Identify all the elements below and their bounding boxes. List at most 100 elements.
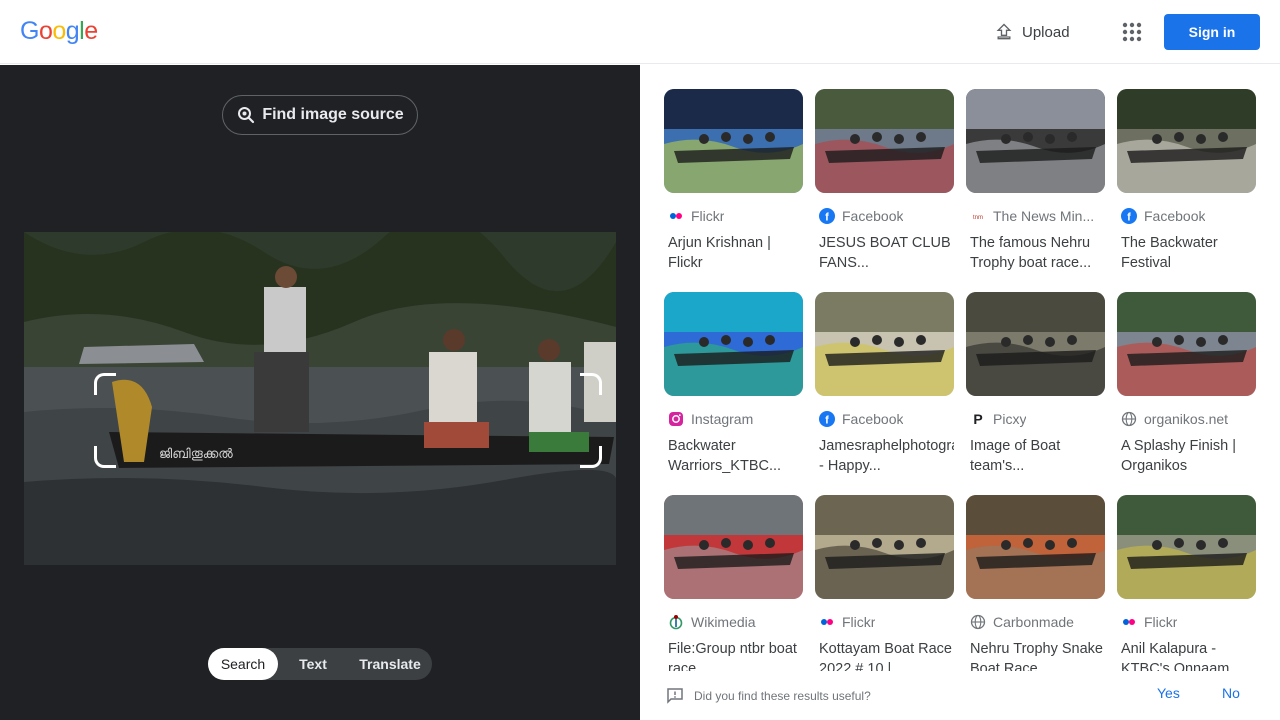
thumbnail-image: [1117, 292, 1256, 396]
result-thumbnail[interactable]: [664, 89, 803, 193]
result-source-name: Instagram: [691, 411, 754, 427]
result-thumbnail[interactable]: [966, 292, 1105, 396]
result-source-name: Flickr: [842, 614, 876, 630]
sign-in-button[interactable]: Sign in: [1164, 14, 1260, 50]
tab-text[interactable]: Text: [278, 648, 348, 680]
result-source[interactable]: Carbonmade: [966, 613, 1105, 631]
result-source[interactable]: Instagram: [664, 410, 803, 428]
logo-letter: e: [84, 17, 98, 45]
thumbnail-image: [815, 292, 954, 396]
result-source[interactable]: tnm The News Min...: [966, 207, 1105, 225]
result-source[interactable]: f Facebook: [815, 410, 954, 428]
flickr-icon: [1121, 614, 1137, 630]
flickr-icon: [819, 614, 835, 630]
result-card[interactable]: Wikimedia File:Group ntbr boat race...: [664, 495, 803, 679]
find-image-source-button[interactable]: Find image source: [222, 95, 418, 135]
result-source[interactable]: Flickr: [1117, 613, 1256, 631]
picxy-icon: P: [970, 411, 986, 427]
feedback-icon: [667, 687, 683, 704]
result-title[interactable]: Jamesraphelphotography - Happy...: [815, 436, 954, 476]
result-source[interactable]: Wikimedia: [664, 613, 803, 631]
upload-button[interactable]: Upload: [984, 14, 1080, 50]
result-card[interactable]: f Facebook The Backwater Festival: [1117, 89, 1256, 273]
feedback-no-button[interactable]: No: [1222, 685, 1240, 701]
wikimedia-icon: [668, 614, 684, 630]
thumbnail-image: [1117, 89, 1256, 193]
result-thumbnail[interactable]: [966, 89, 1105, 193]
result-title[interactable]: A Splashy Finish | Organikos: [1117, 436, 1256, 476]
result-thumbnail[interactable]: [664, 495, 803, 599]
svg-text:f: f: [825, 415, 829, 427]
result-title[interactable]: Image of Boat team's...: [966, 436, 1105, 476]
result-thumbnail[interactable]: [815, 495, 954, 599]
result-card[interactable]: organikos.net A Splashy Finish | Organiko…: [1117, 292, 1256, 476]
result-title[interactable]: Arjun Krishnan | Flickr: [664, 233, 803, 273]
result-thumbnail[interactable]: [664, 292, 803, 396]
result-card[interactable]: Flickr Kottayam Boat Race 2022 # 10 |...: [815, 495, 954, 679]
result-card[interactable]: P Picxy Image of Boat team's...: [966, 292, 1105, 476]
flickr-icon: [668, 208, 684, 224]
result-title[interactable]: The Backwater Festival: [1117, 233, 1256, 273]
svg-text:P: P: [973, 411, 982, 427]
thumbnail-image: [966, 495, 1105, 599]
result-source[interactable]: f Facebook: [815, 207, 954, 225]
result-source[interactable]: f Facebook: [1117, 207, 1256, 225]
query-image-pane: Find image source ജിബിതൂക്കൽ Search Text…: [0, 65, 640, 720]
globe-icon: [1121, 411, 1137, 427]
result-source-name: organikos.net: [1144, 411, 1229, 427]
feedback-bar: Did you find these results useful? Yes N…: [640, 671, 1280, 720]
feedback-yes-button[interactable]: Yes: [1157, 685, 1180, 701]
thumbnail-image: [664, 89, 803, 193]
svg-text:f: f: [825, 212, 829, 224]
result-card[interactable]: Instagram Backwater Warriors_KTBC...: [664, 292, 803, 476]
feedback-question: Did you find these results useful?: [694, 688, 871, 703]
upload-label: Upload: [1022, 23, 1070, 41]
find-image-source-label: Find image source: [262, 106, 404, 123]
visual-matches-pane: Flickr Arjun Krishnan | Flickr f Facebook JE…: [640, 65, 1280, 720]
result-title[interactable]: JESUS BOAT CLUB FANS...: [815, 233, 954, 273]
mode-tabs: Search Text Translate: [208, 648, 432, 680]
crop-handle-top-left[interactable]: [94, 373, 116, 395]
result-source-name: Facebook: [842, 208, 904, 224]
result-source-name: Carbonmade: [993, 614, 1074, 630]
logo-letter: g: [65, 17, 80, 45]
top-bar: Google Upload Sign in: [0, 0, 1280, 64]
result-thumbnail[interactable]: [1117, 292, 1256, 396]
selection-crop-box[interactable]: [94, 373, 602, 468]
globe-icon: [970, 614, 986, 630]
result-thumbnail[interactable]: [815, 292, 954, 396]
tab-search[interactable]: Search: [208, 648, 278, 680]
crop-handle-bottom-right[interactable]: [580, 446, 602, 468]
google-logo[interactable]: Google: [20, 17, 98, 46]
logo-letter: o: [52, 17, 66, 45]
result-card[interactable]: Flickr Anil Kalapura - KTBC's Onnaam...: [1117, 495, 1256, 679]
result-title[interactable]: The famous Nehru Trophy boat race...: [966, 233, 1105, 273]
result-thumbnail[interactable]: [966, 495, 1105, 599]
crop-handle-top-right[interactable]: [580, 373, 602, 395]
google-lens-page: Google Upload Sign in Find image source …: [0, 0, 1280, 720]
result-thumbnail[interactable]: [1117, 495, 1256, 599]
result-card[interactable]: f Facebook Jamesraphelphotography - Happy.…: [815, 292, 954, 476]
tab-translate[interactable]: Translate: [348, 648, 432, 680]
result-source[interactable]: organikos.net: [1117, 410, 1256, 428]
thumbnail-image: [815, 495, 954, 599]
apps-grid-button[interactable]: [1116, 16, 1148, 48]
result-card[interactable]: tnm The News Min... The famous Nehru Troph…: [966, 89, 1105, 273]
result-card[interactable]: Flickr Arjun Krishnan | Flickr: [664, 89, 803, 273]
thumbnail-image: [966, 292, 1105, 396]
thumbnail-image: [664, 292, 803, 396]
logo-letter: G: [20, 17, 39, 45]
result-title[interactable]: Backwater Warriors_KTBC...: [664, 436, 803, 476]
result-card[interactable]: Carbonmade Nehru Trophy Snake Boat Race .…: [966, 495, 1105, 679]
result-source-name: The News Min...: [993, 208, 1095, 224]
thumbnail-image: [966, 89, 1105, 193]
result-source-name: Flickr: [1144, 614, 1178, 630]
result-source[interactable]: Flickr: [815, 613, 954, 631]
result-source[interactable]: Flickr: [664, 207, 803, 225]
result-card[interactable]: f Facebook JESUS BOAT CLUB FANS...: [815, 89, 954, 273]
crop-handle-bottom-left[interactable]: [94, 446, 116, 468]
result-source[interactable]: P Picxy: [966, 410, 1105, 428]
facebook-icon: f: [819, 411, 835, 427]
result-thumbnail[interactable]: [815, 89, 954, 193]
result-thumbnail[interactable]: [1117, 89, 1256, 193]
